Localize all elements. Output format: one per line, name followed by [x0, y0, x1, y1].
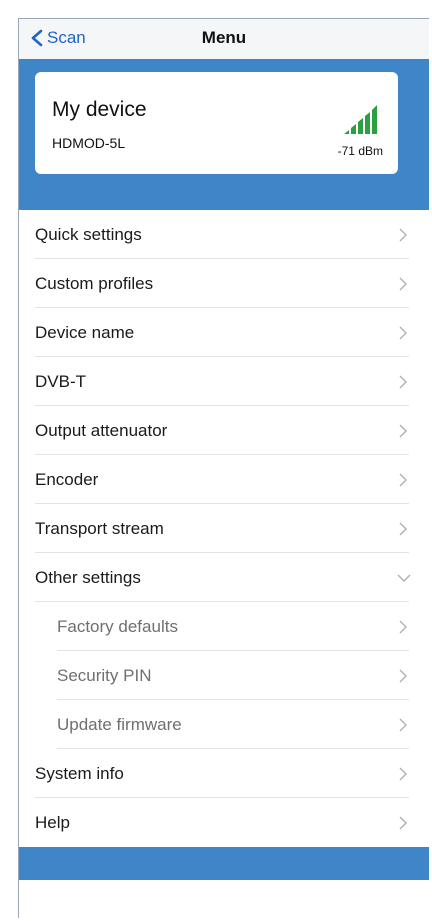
footer-bar	[19, 847, 429, 880]
settings-menu: Quick settings Custom profiles Device na…	[19, 210, 429, 847]
chevron-right-icon	[399, 375, 407, 388]
menu-item-label: Transport stream	[35, 518, 164, 538]
device-model: HDMOD-5L	[52, 135, 126, 151]
signal-strength-icon	[344, 105, 377, 134]
submenu-item-label: Update firmware	[57, 714, 182, 734]
menu-item-transport-stream[interactable]: Transport stream	[19, 504, 429, 553]
app-frame: Scan Menu My device HDMOD-5L -71 dBm Qui…	[18, 18, 429, 918]
chevron-right-icon	[399, 522, 407, 535]
chevron-right-icon	[399, 277, 407, 290]
menu-item-quick-settings[interactable]: Quick settings	[19, 210, 429, 259]
submenu-item-security-pin[interactable]: Security PIN	[19, 651, 429, 700]
device-header: My device HDMOD-5L -71 dBm	[19, 59, 429, 210]
menu-item-label: DVB-T	[35, 371, 86, 391]
menu-item-label: Output attenuator	[35, 420, 168, 440]
submenu-item-update-firmware[interactable]: Update firmware	[19, 700, 429, 749]
chevron-right-icon	[399, 228, 407, 241]
chevron-down-icon	[397, 574, 411, 582]
page-title: Menu	[201, 28, 247, 47]
chevron-right-icon	[399, 424, 407, 437]
device-card[interactable]: My device HDMOD-5L -71 dBm	[35, 72, 398, 174]
chevron-right-icon	[399, 767, 407, 780]
menu-item-output-attenuator[interactable]: Output attenuator	[19, 406, 429, 455]
menu-item-label: Quick settings	[35, 224, 142, 244]
menu-item-label: Other settings	[35, 567, 141, 587]
menu-item-other-settings[interactable]: Other settings	[19, 553, 429, 602]
menu-item-help[interactable]: Help	[19, 798, 429, 847]
device-name: My device	[52, 98, 147, 121]
menu-item-label: System info	[35, 763, 124, 783]
chevron-right-icon	[399, 473, 407, 486]
menu-item-label: Custom profiles	[35, 273, 154, 293]
navigation-bar: Scan Menu	[19, 19, 429, 59]
chevron-right-icon	[399, 620, 407, 633]
menu-item-dvb-t[interactable]: DVB-T	[19, 357, 429, 406]
chevron-right-icon	[399, 718, 407, 731]
menu-item-custom-profiles[interactable]: Custom profiles	[19, 259, 429, 308]
signal-value: -71 dBm	[337, 144, 383, 158]
menu-item-encoder[interactable]: Encoder	[19, 455, 429, 504]
submenu-item-label: Security PIN	[57, 665, 152, 685]
chevron-right-icon	[399, 326, 407, 339]
menu-item-label: Device name	[35, 322, 135, 342]
submenu-item-factory-defaults[interactable]: Factory defaults	[19, 602, 429, 651]
menu-item-label: Encoder	[35, 469, 99, 489]
menu-item-label: Help	[35, 812, 70, 832]
chevron-right-icon	[399, 669, 407, 682]
menu-item-system-info[interactable]: System info	[19, 749, 429, 798]
menu-item-device-name[interactable]: Device name	[19, 308, 429, 357]
chevron-right-icon	[399, 816, 407, 829]
submenu-item-label: Factory defaults	[57, 616, 178, 636]
